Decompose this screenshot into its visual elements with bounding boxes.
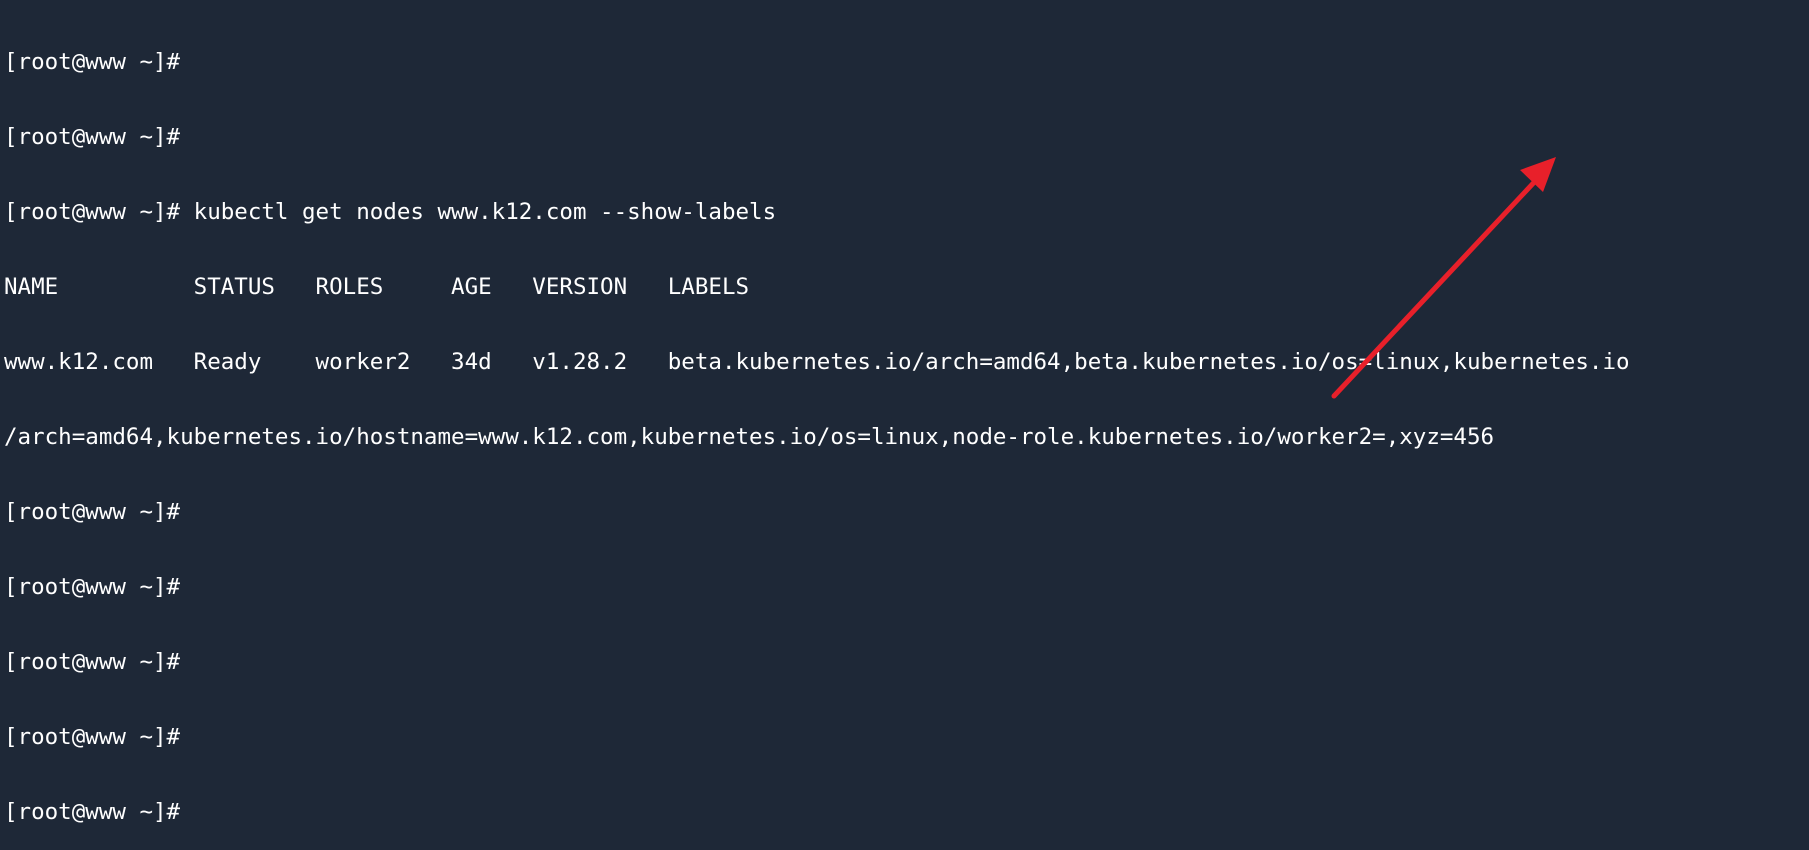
- command-line: [root@www ~]# kubectl get nodes www.k12.…: [4, 199, 777, 225]
- table-header-line: NAME STATUS ROLES AGE VERSION LABELS: [4, 274, 750, 300]
- prompt-line: [root@www ~]#: [4, 799, 181, 825]
- table-row-line: www.k12.com Ready worker2 34d v1.28.2 be…: [4, 349, 1630, 375]
- prompt-line: [root@www ~]#: [4, 649, 181, 675]
- prompt-line: [root@www ~]#: [4, 49, 181, 75]
- prompt-line: [root@www ~]#: [4, 574, 181, 600]
- prompt-line: [root@www ~]#: [4, 499, 181, 525]
- prompt-line: [root@www ~]#: [4, 724, 181, 750]
- labels-continuation-line: /arch=amd64,kubernetes.io/hostname=www.k…: [4, 424, 1495, 450]
- terminal-output[interactable]: [root@www ~]# [root@www ~]# [root@www ~]…: [4, 0, 1804, 825]
- prompt-line: [root@www ~]#: [4, 124, 181, 150]
